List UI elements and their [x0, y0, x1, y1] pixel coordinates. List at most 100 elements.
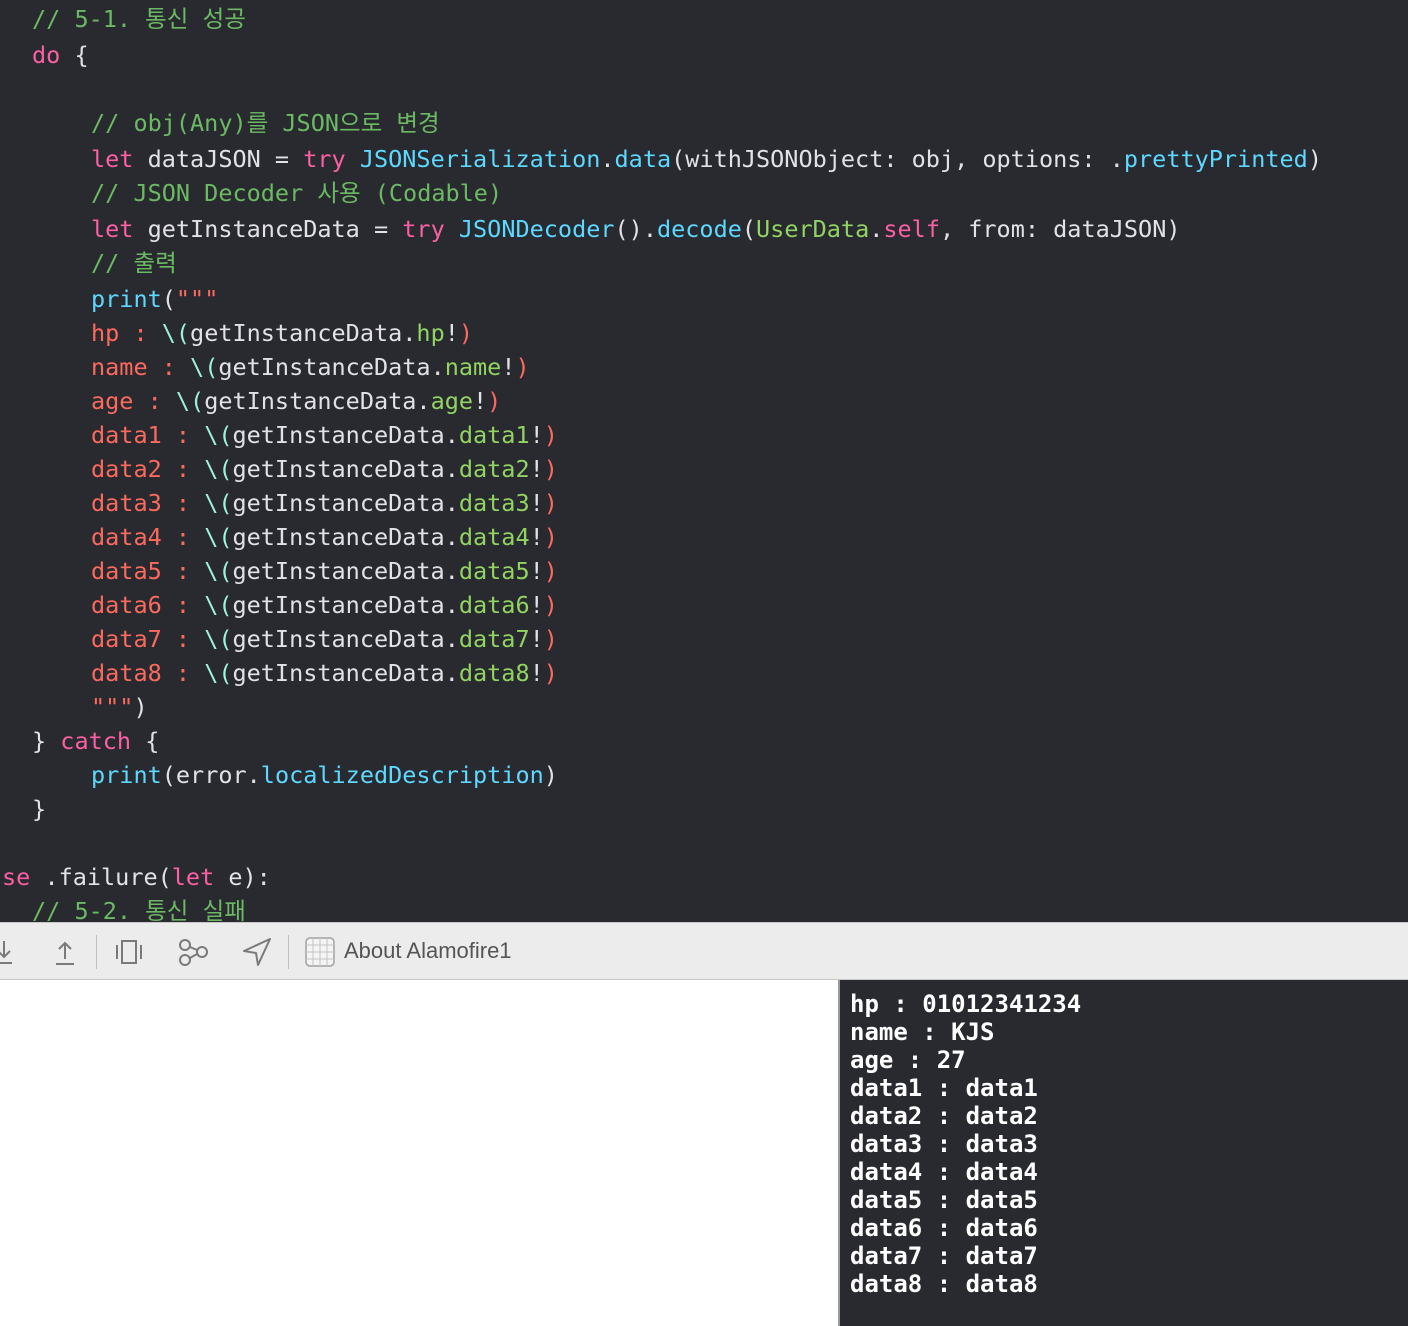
- interp-close: ): [515, 353, 530, 381]
- paren: ): [543, 761, 558, 789]
- interp-bang: !: [501, 353, 516, 381]
- interp-key: data6 :: [91, 591, 205, 619]
- console-line: data1 : data1: [850, 1074, 1038, 1102]
- interp-key: data7 :: [91, 625, 205, 653]
- interpolation-line: data7 : \(getInstanceData.data7!): [91, 622, 558, 656]
- interp-open: \(: [161, 319, 191, 347]
- interp-property: data8: [458, 659, 530, 687]
- interp-property: hp: [416, 319, 445, 347]
- interp-open: \(: [204, 557, 233, 585]
- interp-close: ): [543, 489, 558, 517]
- interp-property: data4: [458, 523, 530, 551]
- location-icon[interactable]: [240, 935, 274, 969]
- toolbar-separator: [96, 935, 97, 969]
- keyword-catch: catch: [60, 727, 132, 755]
- interp-object: getInstanceData.: [232, 591, 459, 619]
- memory-graph-icon[interactable]: [176, 935, 210, 969]
- interpolation-line: name : \(getInstanceData.name!): [91, 350, 530, 384]
- console-output[interactable]: hp : 01012341234 name : KJS age : 27 data1 …: [840, 980, 1408, 1326]
- interp-key: data3 :: [91, 489, 205, 517]
- interp-object: getInstanceData.: [204, 387, 431, 415]
- interp-property: data7: [458, 625, 530, 653]
- interp-property: data2: [458, 455, 530, 483]
- interp-bang: !: [473, 387, 488, 415]
- string-quote: """: [91, 693, 134, 721]
- interp-close: ): [543, 557, 558, 585]
- interp-open: \(: [204, 625, 233, 653]
- identifier: .failure(: [30, 863, 172, 891]
- interp-object: getInstanceData.: [232, 659, 459, 687]
- interp-key: data5 :: [91, 557, 205, 585]
- console-line: data2 : data2: [850, 1102, 1038, 1130]
- type-name: JSONSerialization: [359, 145, 601, 173]
- interp-open: \(: [204, 523, 233, 551]
- view-hierarchy-icon[interactable]: [112, 935, 146, 969]
- interp-open: \(: [204, 591, 233, 619]
- code-line-print: print(""": [91, 282, 218, 316]
- console-line: name : KJS: [850, 1018, 995, 1046]
- interpolation-line: data2 : \(getInstanceData.data2!): [91, 452, 558, 486]
- comment-text: // 5-2. 통신 실패: [32, 897, 246, 922]
- interp-property: data1: [458, 421, 530, 449]
- interp-bang: !: [444, 319, 459, 347]
- interp-key: hp :: [91, 319, 162, 347]
- console-line: data7 : data7: [850, 1242, 1038, 1270]
- interp-object: getInstanceData.: [232, 625, 459, 653]
- function-name: print: [91, 761, 162, 789]
- code-line-do: do {: [32, 38, 89, 72]
- interpolation-line: data5 : \(getInstanceData.data5!): [91, 554, 558, 588]
- interp-open: \(: [204, 489, 233, 517]
- interp-key: data8 :: [91, 659, 205, 687]
- interp-object: getInstanceData.: [232, 421, 459, 449]
- interp-bang: !: [529, 557, 544, 585]
- paren: ): [133, 693, 148, 721]
- interp-close: ): [543, 523, 558, 551]
- step-out-icon[interactable]: [48, 935, 82, 969]
- code-comment: // 5-2. 통신 실패: [32, 894, 246, 922]
- interpolation-line: data4 : \(getInstanceData.data4!): [91, 520, 558, 554]
- console-line: data5 : data5: [850, 1186, 1038, 1214]
- keyword-let: let: [91, 215, 134, 243]
- interp-close: ): [543, 455, 558, 483]
- keyword-let: let: [91, 145, 134, 173]
- comment-text: // JSON Decoder 사용 (Codable): [91, 179, 503, 207]
- interp-close: ): [543, 625, 558, 653]
- brace: {: [131, 727, 160, 755]
- step-into-icon[interactable]: [0, 935, 26, 969]
- interp-object: getInstanceData.: [232, 557, 459, 585]
- interp-bang: !: [529, 625, 544, 653]
- interp-key: name :: [91, 353, 191, 381]
- code-comment: // obj(Any)를 JSON으로 변경: [91, 106, 440, 140]
- identifier: getInstanceData =: [133, 215, 403, 243]
- class-name: UserData: [756, 215, 870, 243]
- keyword-self: self: [883, 215, 940, 243]
- code-comment: // 출력: [91, 246, 177, 280]
- dot: .: [869, 215, 884, 243]
- variables-view[interactable]: [0, 980, 838, 1326]
- interp-bang: !: [529, 659, 544, 687]
- interpolation-line: hp : \(getInstanceData.hp!): [91, 316, 473, 350]
- console-line: data3 : data3: [850, 1130, 1038, 1158]
- function-name: print: [91, 285, 162, 313]
- interp-object: getInstanceData.: [218, 353, 445, 381]
- interp-property: age: [430, 387, 474, 415]
- comment-text: // 출력: [91, 249, 177, 277]
- paren: (: [161, 285, 176, 313]
- interp-bang: !: [529, 455, 544, 483]
- keyword-let: let: [171, 863, 215, 891]
- scheme-icon[interactable]: [303, 935, 337, 969]
- code-line-print-error: print(error.localizedDescription): [91, 758, 558, 792]
- code-line-decode: let getInstanceData = try JSONDecoder().…: [91, 212, 1181, 246]
- console-line: data6 : data6: [850, 1214, 1038, 1242]
- scheme-label[interactable]: About Alamofire1: [344, 923, 512, 979]
- code-editor[interactable]: // 5-1. 통신 성공 do { // obj(Any)를 JSON으로 변…: [0, 0, 1408, 922]
- code-comment: // JSON Decoder 사용 (Codable): [91, 176, 502, 210]
- interpolation-line: age : \(getInstanceData.age!): [91, 384, 501, 418]
- keyword-do: do: [32, 41, 61, 69]
- brace: {: [60, 41, 89, 69]
- interp-close: ): [458, 319, 474, 347]
- interp-open: \(: [204, 659, 233, 687]
- interp-open: \(: [204, 421, 233, 449]
